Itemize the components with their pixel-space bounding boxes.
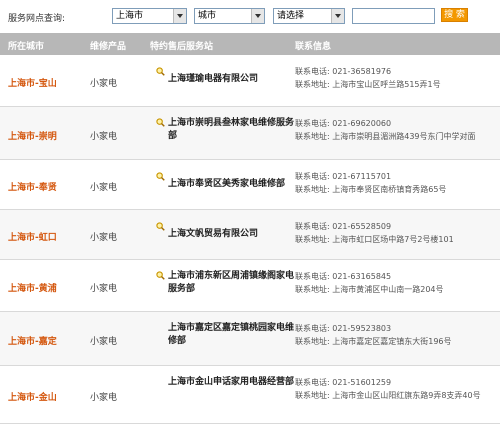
row-city-link[interactable]: 上海市-奉贤: [8, 180, 57, 193]
table-row: 上海市-金山 小家电 上海市金山申话家用电器经营部 联系电话: 021-5160125…: [0, 366, 500, 424]
search-button[interactable]: 搜 索: [441, 8, 468, 22]
row-service-station-name[interactable]: 上海文帆贸易有限公司: [168, 228, 294, 241]
header-product: 维修产品: [90, 42, 127, 52]
search-bar: 服务网点查询: 上海市 城市 请选择 搜 索: [0, 0, 500, 33]
row-phone: 联系电话: 021-65528509: [295, 222, 392, 231]
table-row: 上海市-嘉定 小家电 上海市嘉定区嘉定镇桃园家电维修部 联系电话: 021-59523…: [0, 312, 500, 366]
row-contact-info: 联系电话: 021-69620060 联系地址: 上海市崇明县湄洲路439号东门中…: [295, 117, 476, 143]
row-contact-info: 联系电话: 021-63165845 联系地址: 上海市黄浦区中山南一路204号: [295, 270, 444, 296]
table-row: 上海市-崇明 小家电 上海市崇明县叁林家电维修服务部 联系电话: 021-696200…: [0, 107, 500, 160]
row-product: 小家电: [90, 393, 118, 403]
chevron-down-icon: [251, 9, 264, 23]
province-select[interactable]: 上海市: [112, 8, 187, 24]
row-phone: 联系电话: 021-51601259: [295, 378, 392, 387]
header-service-station: 特约售后服务站: [150, 42, 214, 52]
row-product: 小家电: [90, 233, 118, 243]
row-address: 联系地址: 上海市嘉定区嘉定镇东大街196号: [295, 337, 452, 346]
row-product: 小家电: [90, 79, 118, 89]
row-city-link[interactable]: 上海市-黄浦: [8, 281, 57, 294]
row-service-station-name[interactable]: 上海市崇明县叁林家电维修服务部: [168, 117, 294, 143]
row-city-link[interactable]: 上海市-嘉定: [8, 334, 57, 347]
chevron-down-icon: [173, 9, 186, 23]
row-product: 小家电: [90, 183, 118, 193]
row-service-station-name[interactable]: 上海市金山申话家用电器经营部: [168, 376, 294, 389]
row-product: 小家电: [90, 132, 118, 142]
row-address: 联系地址: 上海市黄浦区中山南一路204号: [295, 285, 444, 294]
row-address: 联系地址: 上海市崇明县湄洲路439号东门中学对面: [295, 132, 476, 141]
city-select-value: 城市: [198, 11, 217, 21]
keyword-input[interactable]: [352, 8, 435, 24]
row-service-station-name[interactable]: 上海市奉贤区美秀家电维修部: [168, 178, 294, 191]
row-product: 小家电: [90, 337, 118, 347]
district-select-value: 请选择: [277, 11, 305, 21]
row-contact-info: 联系电话: 021-36581976 联系地址: 上海市宝山区呼兰路515弄1号: [295, 65, 441, 91]
row-phone: 联系电话: 021-67115701: [295, 172, 392, 181]
row-phone: 联系电话: 021-36581976: [295, 67, 392, 76]
row-contact-info: 联系电话: 021-51601259 联系地址: 上海市金山区山阳红旗东路9弄8支…: [295, 376, 481, 402]
table-header: 所在城市 维修产品 特约售后服务站 联系信息: [0, 33, 500, 55]
row-phone: 联系电话: 021-69620060: [295, 119, 392, 128]
row-city-link[interactable]: 上海市-崇明: [8, 129, 57, 142]
magnifier-icon: [156, 67, 165, 76]
row-city-link[interactable]: 上海市-宝山: [8, 76, 57, 89]
magnifier-icon: [156, 222, 165, 231]
row-service-station-name[interactable]: 上海瑾瑜电器有限公司: [168, 73, 294, 86]
district-select[interactable]: 请选择: [273, 8, 345, 24]
row-service-station-name[interactable]: 上海市浦东新区周浦镇缘阁家电服务部: [168, 270, 294, 296]
table-row: 上海市-奉贤 小家电 上海市奉贤区美秀家电维修部 联系电话: 021-67115701…: [0, 160, 500, 210]
table-row: 上海市-宝山 小家电 上海瑾瑜电器有限公司 联系电话: 021-36581976 联系地…: [0, 55, 500, 107]
row-address: 联系地址: 上海市宝山区呼兰路515弄1号: [295, 80, 441, 89]
city-select[interactable]: 城市: [194, 8, 265, 24]
row-city-link[interactable]: 上海市-虹口: [8, 230, 57, 243]
province-select-value: 上海市: [116, 11, 144, 21]
table-row: 上海市-黄浦 小家电 上海市浦东新区周浦镇缘阁家电服务部 联系电话: 021-6316…: [0, 260, 500, 312]
chevron-down-icon: [331, 9, 344, 23]
table-row: 上海市-虹口 小家电 上海文帆贸易有限公司 联系电话: 021-65528509 联系地…: [0, 210, 500, 260]
row-address: 联系地址: 上海市金山区山阳红旗东路9弄8支弄40号: [295, 391, 481, 400]
magnifier-icon: [156, 118, 165, 127]
magnifier-icon: [156, 172, 165, 181]
header-city: 所在城市: [8, 42, 45, 52]
magnifier-icon: [156, 271, 165, 280]
row-contact-info: 联系电话: 021-67115701 联系地址: 上海市奉贤区南桥镇育秀路65号: [295, 170, 446, 196]
row-address: 联系地址: 上海市虹口区场中路7号2号楼101: [295, 235, 454, 244]
row-contact-info: 联系电话: 021-59523803 联系地址: 上海市嘉定区嘉定镇东大街196号: [295, 322, 452, 348]
header-contact: 联系信息: [295, 42, 332, 52]
row-phone: 联系电话: 021-59523803: [295, 324, 392, 333]
row-city-link[interactable]: 上海市-金山: [8, 390, 57, 403]
row-address: 联系地址: 上海市奉贤区南桥镇育秀路65号: [295, 185, 447, 194]
row-contact-info: 联系电话: 021-65528509 联系地址: 上海市虹口区场中路7号2号楼10…: [295, 220, 454, 246]
row-phone: 联系电话: 021-63165845: [295, 272, 392, 281]
search-label: 服务网点查询:: [8, 14, 66, 24]
row-service-station-name[interactable]: 上海市嘉定区嘉定镇桃园家电维修部: [168, 322, 294, 348]
row-product: 小家电: [90, 284, 118, 294]
